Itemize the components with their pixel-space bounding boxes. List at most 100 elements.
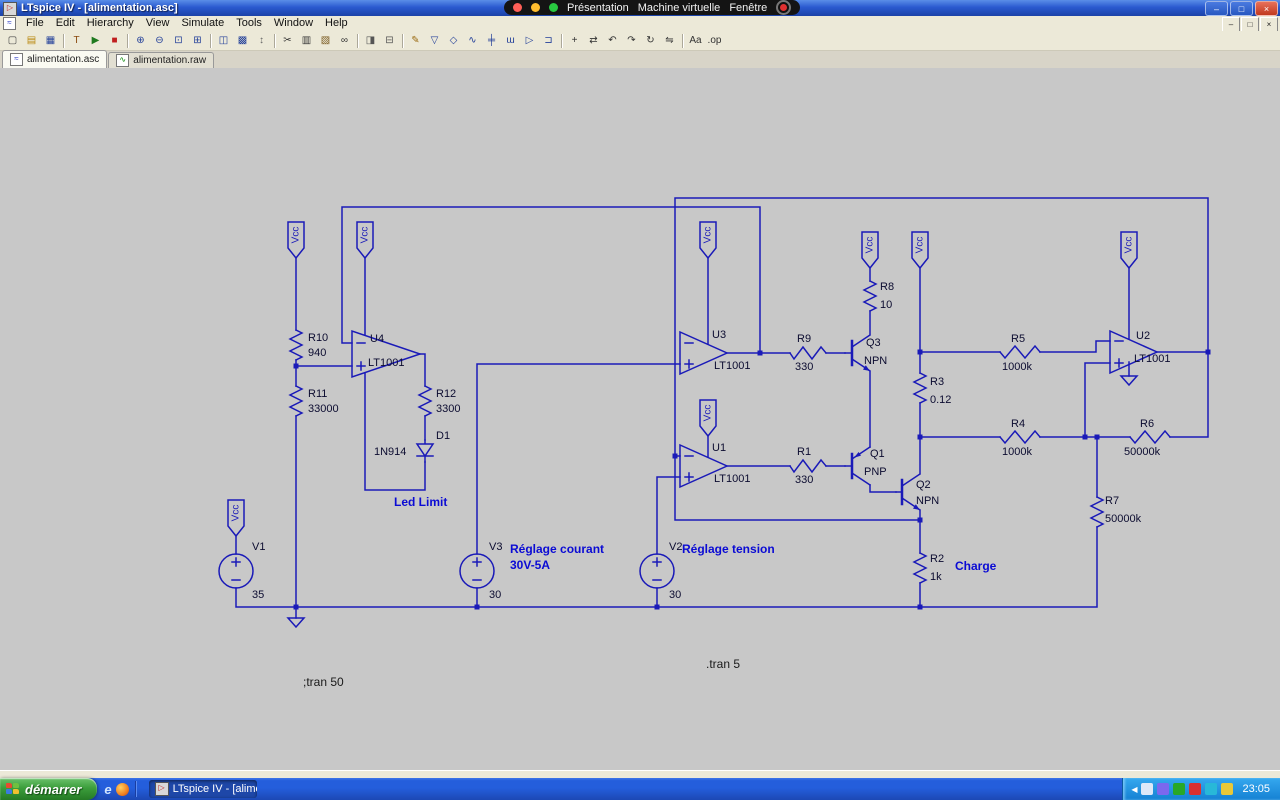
spice-directive-icon[interactable]: .op	[705, 32, 724, 50]
capacitor-icon[interactable]: ╪	[482, 32, 501, 50]
taskbar-task-ltspice[interactable]: ▷ LTspice IV - [alimenta...	[148, 780, 257, 798]
zoom-rect-icon[interactable]: ⊡	[169, 32, 188, 50]
vm-menu-machine-virtuelle[interactable]: Machine virtuelle	[638, 2, 721, 14]
component-label[interactable]: R8	[880, 281, 894, 293]
close-button[interactable]: ×	[1255, 1, 1278, 16]
tray-icon-1[interactable]	[1141, 783, 1154, 795]
component-label[interactable]: 30	[489, 589, 501, 601]
component-label[interactable]: V3	[489, 541, 502, 553]
resistor-icon[interactable]: ∿	[463, 32, 482, 50]
mdi-restore-button[interactable]: □	[1241, 17, 1259, 32]
record-button[interactable]	[776, 0, 792, 15]
component-label[interactable]: R5	[1011, 333, 1025, 345]
menu-simulate[interactable]: Simulate	[175, 16, 230, 31]
mdi-minimize-button[interactable]: –	[1222, 17, 1240, 32]
component-label[interactable]: R12	[436, 388, 456, 400]
component-label[interactable]: LT1001	[368, 357, 405, 369]
component-label[interactable]: 0.12	[930, 394, 951, 406]
component-label[interactable]: 3300	[436, 403, 460, 415]
tab-alimentation-raw[interactable]: ∿ alimentation.raw	[108, 52, 215, 68]
zoom-in-icon[interactable]: ⊕	[131, 32, 150, 50]
component-label[interactable]: 330	[795, 474, 813, 486]
tray-collapse-icon[interactable]: ◀	[1131, 785, 1137, 794]
ground-icon[interactable]: ▽	[425, 32, 444, 50]
schematic-file-icon[interactable]: ≈	[3, 17, 16, 30]
component-label[interactable]: U3	[712, 329, 726, 341]
component-label[interactable]: Q3	[866, 337, 881, 349]
vm-zoom-button[interactable]	[549, 3, 558, 12]
open-icon[interactable]: ▤	[22, 32, 41, 50]
component-label[interactable]: U4	[370, 333, 384, 345]
tray-icon-4[interactable]	[1189, 783, 1202, 795]
net-label-icon[interactable]: ◇	[444, 32, 463, 50]
component-label[interactable]: U1	[712, 442, 726, 454]
component-label[interactable]: 10	[880, 299, 892, 311]
schematic-comment[interactable]: 30V-5A	[510, 558, 550, 572]
tray-icon-6[interactable]	[1221, 783, 1234, 795]
component-label[interactable]: PNP	[864, 466, 887, 478]
internet-explorer-icon[interactable]: e	[104, 783, 111, 796]
zoom-full-icon[interactable]: ⊞	[188, 32, 207, 50]
component-label[interactable]: R1	[797, 446, 811, 458]
run-icon[interactable]: ▶	[86, 32, 105, 50]
component-label[interactable]: R3	[930, 376, 944, 388]
component-label[interactable]: Q1	[870, 448, 885, 460]
paste-icon[interactable]: ▧	[316, 32, 335, 50]
new-schematic-icon[interactable]: ▢	[3, 32, 22, 50]
menu-edit[interactable]: Edit	[50, 16, 81, 31]
vm-minimize-button[interactable]	[531, 3, 540, 12]
component-label[interactable]: 30	[669, 589, 681, 601]
vm-close-button[interactable]	[513, 3, 522, 12]
save-icon[interactable]: ▦	[41, 32, 60, 50]
menu-tools[interactable]: Tools	[230, 16, 268, 31]
spice-directive[interactable]: .tran 5	[706, 657, 740, 671]
inductor-icon[interactable]: ɯ	[501, 32, 520, 50]
zoom-out-icon[interactable]: ⊖	[150, 32, 169, 50]
component-label[interactable]: R10	[308, 332, 328, 344]
mdi-close-button[interactable]: ×	[1260, 17, 1278, 32]
tray-icon-2[interactable]	[1157, 783, 1170, 795]
tab-alimentation-asc[interactable]: ≈ alimentation.asc	[2, 50, 108, 68]
tray-icon-5[interactable]	[1205, 783, 1218, 795]
schematic-comment[interactable]: Led Limit	[394, 495, 447, 509]
drag-icon[interactable]: ⇄	[584, 32, 603, 50]
plot-settings-icon[interactable]: ▩	[233, 32, 252, 50]
component-label[interactable]: R11	[308, 388, 327, 400]
undo-icon[interactable]: ↶	[603, 32, 622, 50]
menu-window[interactable]: Window	[268, 16, 319, 31]
component-label[interactable]: 1000k	[1002, 361, 1032, 373]
component-label[interactable]: R2	[930, 553, 944, 565]
component-label[interactable]: NPN	[864, 355, 887, 367]
diode-icon[interactable]: ▷	[520, 32, 539, 50]
component-label[interactable]: R4	[1011, 418, 1025, 430]
halt-icon[interactable]: ■	[105, 32, 124, 50]
restore-button[interactable]: □	[1230, 1, 1253, 16]
schematic-canvas[interactable]: Vcc Vcc Vcc Vcc Vcc Vcc Vcc Vcc R10 940 R1…	[0, 68, 1280, 770]
redo-icon[interactable]: ↷	[622, 32, 641, 50]
find-icon[interactable]: ∞	[335, 32, 354, 50]
control-panel-icon[interactable]: T	[67, 32, 86, 50]
component-label[interactable]: 1N914	[374, 446, 406, 458]
firefox-icon[interactable]	[115, 782, 129, 796]
component-label[interactable]: R9	[797, 333, 811, 345]
component-label[interactable]: 330	[795, 361, 813, 373]
rotate-icon[interactable]: ↻	[641, 32, 660, 50]
spice-directive[interactable]: ;tran 50	[303, 675, 344, 689]
cut-icon[interactable]: ✂	[278, 32, 297, 50]
menu-file[interactable]: File	[20, 16, 50, 31]
component-label[interactable]: V1	[252, 541, 265, 553]
wire-icon[interactable]: ✎	[406, 32, 425, 50]
print-preview-icon[interactable]: ◨	[361, 32, 380, 50]
autorange-icon[interactable]: ↕	[252, 32, 271, 50]
menu-help[interactable]: Help	[319, 16, 354, 31]
move-icon[interactable]: +	[565, 32, 584, 50]
component-label[interactable]: Q2	[916, 479, 931, 491]
minimize-button[interactable]: –	[1205, 1, 1228, 16]
vm-menu-fenetre[interactable]: Fenêtre	[729, 2, 767, 14]
menu-view[interactable]: View	[140, 16, 176, 31]
component-label[interactable]: LT1001	[714, 360, 751, 372]
start-button[interactable]: démarrer	[0, 778, 98, 800]
plot-pane-icon[interactable]: ◫	[214, 32, 233, 50]
copy-icon[interactable]: ▥	[297, 32, 316, 50]
component-label[interactable]: 50000k	[1105, 513, 1141, 525]
